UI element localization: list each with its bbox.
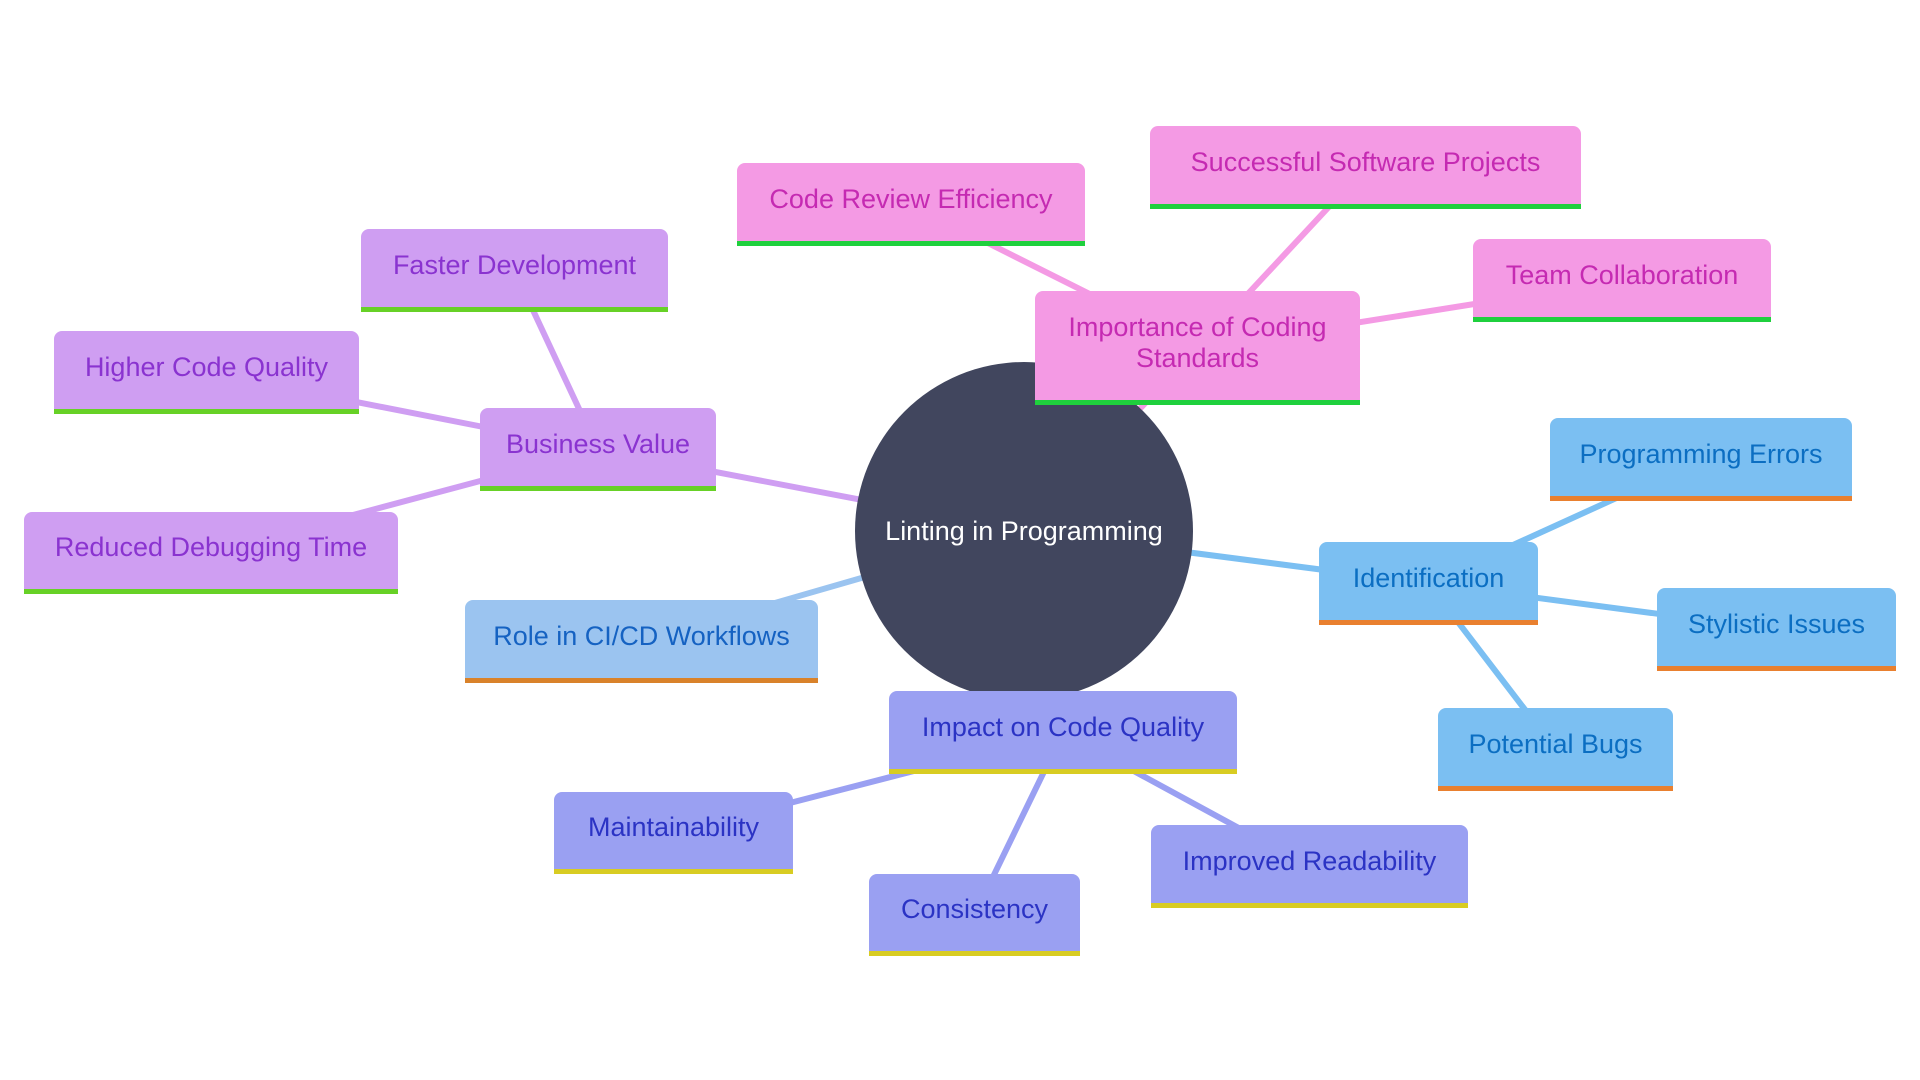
node-label: Code Review Efficiency (769, 183, 1053, 214)
root-node-linting-in-programming[interactable]: Linting in Programming (855, 362, 1193, 700)
leaf-node-code-review-efficiency[interactable]: Code Review Efficiency (737, 163, 1085, 246)
node-label: Team Collaboration (1505, 259, 1739, 290)
leaf-node-consistency[interactable]: Consistency (869, 874, 1080, 956)
node-label: Higher Code Quality (84, 351, 329, 382)
branch-node-identification[interactable]: Identification (1319, 542, 1538, 625)
leaf-node-higher-code-quality[interactable]: Higher Code Quality (54, 331, 359, 414)
leaf-node-improved-readability[interactable]: Improved Readability (1151, 825, 1468, 908)
branch-node-impact-on-code-quality[interactable]: Impact on Code Quality (889, 691, 1237, 774)
node-label: Successful Software Projects (1190, 146, 1541, 177)
leaf-node-potential-bugs[interactable]: Potential Bugs (1438, 708, 1673, 791)
node-label: Faster Development (392, 249, 637, 280)
leaf-node-successful-software-projects[interactable]: Successful Software Projects (1150, 126, 1581, 209)
node-label: Programming Errors (1579, 438, 1823, 469)
leaf-node-team-collaboration[interactable]: Team Collaboration (1473, 239, 1771, 322)
node-label: Maintainability (587, 812, 760, 842)
branch-node-business-value[interactable]: Business Value (480, 408, 716, 491)
leaf-node-faster-development[interactable]: Faster Development (361, 229, 668, 312)
node-label: Business Value (505, 428, 691, 459)
branch-node-role-in-cicd-workflows[interactable]: Role in CI/CD Workflows (465, 600, 818, 683)
node-label: Impact on Code Quality (921, 711, 1205, 742)
node-label: Stylistic Issues (1687, 608, 1866, 639)
node-label: Identification (1352, 562, 1505, 593)
branch-node-coding-standards[interactable]: Importance of Coding Standards (1035, 291, 1360, 405)
leaf-node-reduced-debugging-time[interactable]: Reduced Debugging Time (24, 512, 398, 594)
node-label: Importance of Coding Standards (1068, 311, 1327, 373)
leaf-node-programming-errors[interactable]: Programming Errors (1550, 418, 1852, 501)
node-label: Consistency (900, 894, 1049, 924)
leaf-node-maintainability[interactable]: Maintainability (554, 792, 793, 874)
leaf-node-stylistic-issues[interactable]: Stylistic Issues (1657, 588, 1896, 671)
node-label: Reduced Debugging Time (54, 532, 368, 562)
node-label: Improved Readability (1182, 845, 1437, 876)
node-label: Potential Bugs (1468, 728, 1643, 759)
node-label: Role in CI/CD Workflows (493, 620, 790, 651)
root-node-label: Linting in Programming (885, 515, 1163, 546)
